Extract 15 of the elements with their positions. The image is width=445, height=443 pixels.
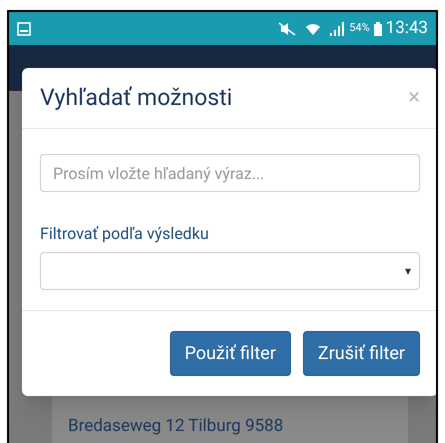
search-field[interactable]: Prosím vložte hľadaný výraz... xyxy=(40,154,420,192)
dialog-title: Vyhľadať možnosti xyxy=(40,82,232,113)
wifi-icon xyxy=(305,22,322,36)
mute-icon xyxy=(277,22,298,36)
clock: 13:43 xyxy=(386,16,428,40)
filter-label: Filtrovať podľa výsledku xyxy=(40,223,210,245)
filter-select[interactable]: ▾ xyxy=(40,252,420,290)
screenshot-icon xyxy=(17,22,31,36)
battery-percent: 54% xyxy=(349,20,370,36)
address-text: Bredaseweg 12 Tilburg 9588 xyxy=(68,414,284,438)
battery-icon xyxy=(374,22,382,36)
filter-button[interactable]: Použiť filter xyxy=(170,331,291,376)
filter-button[interactable]: Zrušiť filter xyxy=(302,331,420,376)
caret-icon: ▾ xyxy=(405,262,411,280)
signal-icon xyxy=(329,22,346,36)
